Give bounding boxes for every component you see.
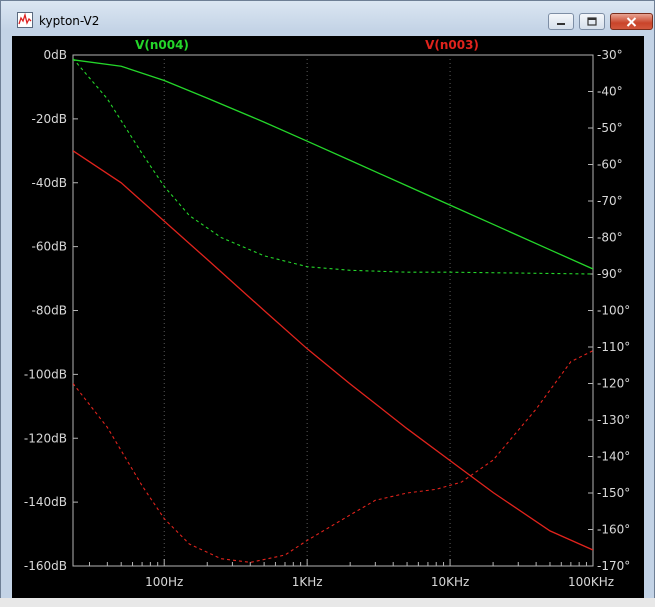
- right-axis-tick-label: -140°: [597, 450, 630, 464]
- trace-v-n004-magnitude: [73, 59, 593, 270]
- left-axis-tick-label: -40dB: [32, 176, 67, 190]
- bode-plot[interactable]: 0dB -20dB -40dB -60dB -80dB -100dB -120dB -140d…: [12, 36, 644, 599]
- right-axis-tick-label: -130°: [597, 413, 630, 427]
- right-axis-tick-label: -110°: [597, 340, 630, 354]
- x-axis-tick-label: 10KHz: [431, 575, 469, 589]
- minimize-icon: [557, 22, 565, 25]
- trace-v-n003-magnitude: [73, 150, 593, 551]
- close-button[interactable]: [610, 13, 653, 30]
- plot-window: kypton-V2 0dB -20dB -40dB -60dB -80dB -100dB -…: [0, 0, 655, 605]
- left-axis-tick-label: -80dB: [32, 304, 67, 318]
- right-axis-tick-label: -170°: [597, 559, 630, 573]
- plot-border: [72, 54, 594, 567]
- left-axis-tick-label: 0dB: [44, 48, 67, 62]
- waveform-icon: [17, 12, 33, 28]
- legend-v-n004: V(n004): [135, 38, 189, 52]
- left-axis-tick-label: -20dB: [32, 112, 67, 126]
- left-axis-tick-label: -100dB: [24, 367, 67, 381]
- left-axis-tick-label: -160dB: [24, 559, 67, 573]
- window-title: kypton-V2: [39, 14, 100, 28]
- right-axis-tick-label: -70°: [597, 194, 623, 208]
- right-axis-tick-label: -90°: [597, 267, 623, 281]
- trace-v-n004-phase: [73, 58, 593, 275]
- right-axis-tick-label: -100°: [597, 304, 630, 318]
- right-axis-tick-label: -80°: [597, 231, 623, 245]
- status-strip: [0, 598, 655, 607]
- right-axis-tick-label: -60°: [597, 158, 623, 172]
- right-axis-tick-label: -120°: [597, 377, 630, 391]
- minimize-button[interactable]: [548, 13, 574, 30]
- title-bar[interactable]: kypton-V2: [1, 1, 654, 37]
- right-axis-tick-label: -30°: [597, 48, 623, 62]
- x-axis-tick-label: 100KHz: [568, 575, 614, 589]
- legend-v-n003: V(n003): [425, 38, 479, 52]
- close-icon: [626, 16, 637, 27]
- maximize-icon: [587, 17, 597, 26]
- plot-area[interactable]: 0dB -20dB -40dB -60dB -80dB -100dB -120dB -140d…: [12, 36, 644, 599]
- right-axis-tick-label: -160°: [597, 523, 630, 537]
- left-axis-tick-label: -140dB: [24, 495, 67, 509]
- left-axis-tick-label: -120dB: [24, 431, 67, 445]
- left-axis-tick-label: -60dB: [32, 240, 67, 254]
- right-axis-tick-label: -50°: [597, 121, 623, 135]
- trace-v-n003-phase: [73, 350, 593, 563]
- right-axis-tick-label: -40°: [597, 85, 623, 99]
- x-axis-tick-label: 100Hz: [145, 575, 183, 589]
- maximize-button[interactable]: [579, 13, 605, 30]
- x-axis-tick-label: 1KHz: [292, 575, 323, 589]
- right-axis-tick-label: -150°: [597, 486, 630, 500]
